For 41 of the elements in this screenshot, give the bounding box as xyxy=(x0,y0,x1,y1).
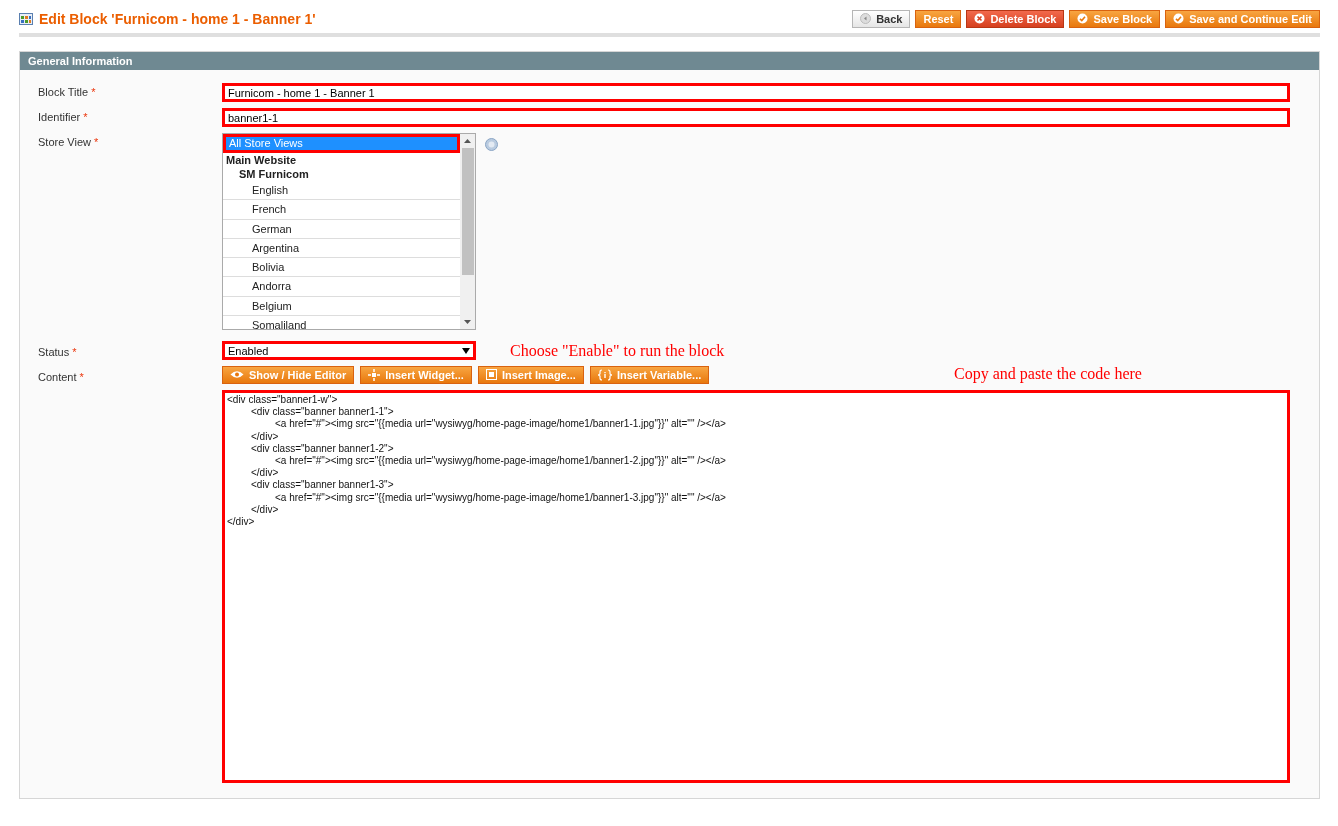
variable-icon xyxy=(597,368,612,381)
annotation-text: Choose "Enable" to run the block xyxy=(510,341,725,360)
field-label: Content xyxy=(38,370,77,383)
list-option[interactable]: Bolivia xyxy=(223,258,460,278)
caret-down-icon xyxy=(462,347,470,354)
required-mark: * xyxy=(83,111,88,123)
list-option[interactable]: Argentina xyxy=(223,238,460,259)
identifier-input[interactable]: banner1-1 xyxy=(222,108,1290,127)
list-option[interactable]: Belgium xyxy=(223,296,460,317)
status-select[interactable]: Enabled xyxy=(222,341,476,360)
page-title: Edit Block 'Furnicom - home 1 - Banner 1' xyxy=(39,11,316,27)
delete-button[interactable]: Delete Block xyxy=(966,10,1065,28)
widget-icon xyxy=(368,368,381,381)
close-icon xyxy=(974,13,986,24)
back-icon xyxy=(860,13,872,24)
scrollbar[interactable] xyxy=(460,134,475,329)
eye-icon xyxy=(230,370,244,379)
back-button[interactable]: Back xyxy=(852,10,911,28)
option-group[interactable]: Main Website xyxy=(223,153,460,167)
field-label: Status xyxy=(38,346,70,358)
section-header: General Information xyxy=(20,52,1319,70)
required-mark: * xyxy=(72,346,77,358)
check-icon xyxy=(1077,13,1089,24)
block-title-input[interactable]: Furnicom - home 1 - Banner 1 xyxy=(222,83,1290,102)
list-option[interactable]: French xyxy=(223,200,460,220)
check-icon xyxy=(1173,13,1185,24)
required-mark: * xyxy=(94,136,99,148)
required-mark: * xyxy=(91,86,96,98)
list-option[interactable]: German xyxy=(223,219,460,239)
field-label: Identifier xyxy=(38,111,81,123)
grid-icon xyxy=(19,13,33,25)
list-option[interactable]: English xyxy=(223,181,460,201)
field-label: Store View xyxy=(38,136,91,148)
field-label: Block Title xyxy=(38,86,89,98)
list-option[interactable]: Andorra xyxy=(223,277,460,297)
option-group[interactable]: SM Furnicom xyxy=(223,167,460,181)
annotation-text: Copy and paste the code here xyxy=(954,364,1142,383)
store-view-list[interactable]: All Store Views Main Website SM Furnicom English French German Argentina Bolivia Andorra Belgium Somaliland xyxy=(222,133,476,330)
image-icon xyxy=(485,369,497,380)
required-mark: * xyxy=(79,370,84,383)
content-textarea[interactable]: <div class="banner1-w"> <div class="banner banner1-1"> <a href="#"><img src="{{media url="wysiwyg/home-page-image/home1/banner1-1.jpg"}}" alt="" /></a> </div> <div class="banner banner1-2"> <a href="#"><img src="{{media url="wysiwyg/home-page-image/home1/banner1-2.jpg"}}" alt="" /></a> </div> <div class="banner banner1-3"> <a href="#"><img src="{{media url="wysiwyg/home-page-image/home1/banner1-3.jpg"}}" alt="" /></a> </div> </div> xyxy=(222,390,1290,783)
